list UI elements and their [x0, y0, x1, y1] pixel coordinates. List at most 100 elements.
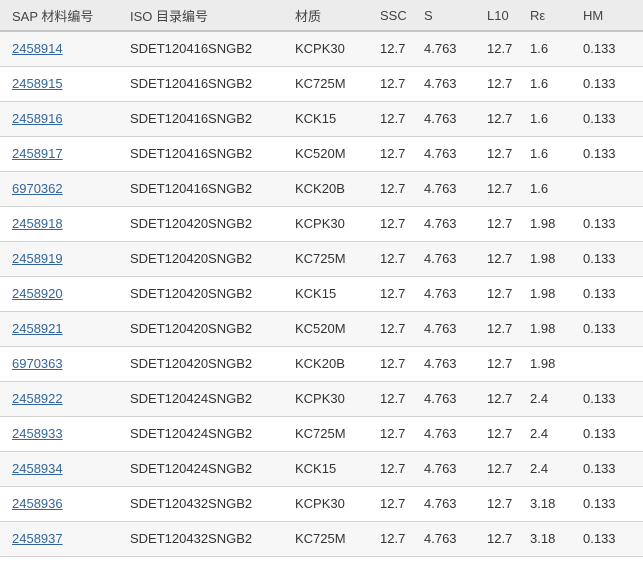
cell-ssc: 12.7 — [368, 66, 412, 101]
table-body: 2458914SDET120416SNGB2KCPK3012.74.76312.… — [0, 31, 643, 556]
sap-material-link[interactable]: 2458919 — [12, 251, 63, 266]
sap-material-link[interactable]: 2458921 — [12, 321, 63, 336]
cell-l10: 12.7 — [475, 416, 518, 451]
cell-l10: 12.7 — [475, 171, 518, 206]
cell-sap: 2458936 — [0, 486, 118, 521]
cell-s: 4.763 — [412, 136, 475, 171]
sap-material-link[interactable]: 2458916 — [12, 111, 63, 126]
table-row: 6970363SDET120420SNGB2KCK20B12.74.76312.… — [0, 346, 643, 381]
cell-s: 4.763 — [412, 486, 475, 521]
cell-iso: SDET120416SNGB2 — [118, 171, 283, 206]
table-row: 2458915SDET120416SNGB2KC725M12.74.76312.… — [0, 66, 643, 101]
cell-ssc: 12.7 — [368, 346, 412, 381]
cell-iso: SDET120424SNGB2 — [118, 381, 283, 416]
cell-s: 4.763 — [412, 66, 475, 101]
cell-s: 4.763 — [412, 346, 475, 381]
cell-l10: 12.7 — [475, 31, 518, 66]
cell-grade: KCK20B — [283, 171, 368, 206]
cell-iso: SDET120420SNGB2 — [118, 311, 283, 346]
cell-sap: 2458917 — [0, 136, 118, 171]
cell-ssc: 12.7 — [368, 451, 412, 486]
cell-grade: KCPK30 — [283, 31, 368, 66]
cell-l10: 12.7 — [475, 451, 518, 486]
sap-material-link[interactable]: 2458922 — [12, 391, 63, 406]
cell-l10: 12.7 — [475, 381, 518, 416]
sap-material-link[interactable]: 6970362 — [12, 181, 63, 196]
cell-grade: KCPK30 — [283, 486, 368, 521]
table-row: 2458937SDET120432SNGB2KC725M12.74.76312.… — [0, 521, 643, 556]
cell-ssc: 12.7 — [368, 171, 412, 206]
cell-s: 4.763 — [412, 381, 475, 416]
cell-sap: 2458933 — [0, 416, 118, 451]
cell-ssc: 12.7 — [368, 241, 412, 276]
cell-re: 1.98 — [518, 311, 571, 346]
cell-ssc: 12.7 — [368, 486, 412, 521]
cell-ssc: 12.7 — [368, 136, 412, 171]
cell-hm: 0.133 — [571, 101, 643, 136]
sap-material-link[interactable]: 2458915 — [12, 76, 63, 91]
cell-sap: 2458922 — [0, 381, 118, 416]
cell-ssc: 12.7 — [368, 381, 412, 416]
table-row: 2458914SDET120416SNGB2KCPK3012.74.76312.… — [0, 31, 643, 66]
cell-re: 1.98 — [518, 346, 571, 381]
sap-material-link[interactable]: 2458914 — [12, 41, 63, 56]
sap-material-link[interactable]: 6970363 — [12, 356, 63, 371]
cell-l10: 12.7 — [475, 346, 518, 381]
cell-grade: KC725M — [283, 416, 368, 451]
cell-sap: 2458914 — [0, 31, 118, 66]
cell-sap: 2458920 — [0, 276, 118, 311]
cell-grade: KC725M — [283, 66, 368, 101]
cell-iso: SDET120416SNGB2 — [118, 66, 283, 101]
cell-s: 4.763 — [412, 521, 475, 556]
cell-hm: 0.133 — [571, 486, 643, 521]
cell-ssc: 12.7 — [368, 31, 412, 66]
cell-s: 4.763 — [412, 101, 475, 136]
cell-re: 1.6 — [518, 171, 571, 206]
cell-iso: SDET120416SNGB2 — [118, 101, 283, 136]
table-row: 2458919SDET120420SNGB2KC725M12.74.76312.… — [0, 241, 643, 276]
cell-grade: KCK15 — [283, 276, 368, 311]
cell-re: 1.6 — [518, 101, 571, 136]
cell-re: 2.4 — [518, 416, 571, 451]
cell-hm: 0.133 — [571, 66, 643, 101]
cell-grade: KCK15 — [283, 101, 368, 136]
cell-l10: 12.7 — [475, 521, 518, 556]
sap-material-link[interactable]: 2458934 — [12, 461, 63, 476]
cell-s: 4.763 — [412, 451, 475, 486]
cell-l10: 12.7 — [475, 276, 518, 311]
cell-hm: 0.133 — [571, 381, 643, 416]
table-row: 2458918SDET120420SNGB2KCPK3012.74.76312.… — [0, 206, 643, 241]
table-row: 6970362SDET120416SNGB2KCK20B12.74.76312.… — [0, 171, 643, 206]
product-table: SAP 材料编号ISO 目录编号材质SSCSL10RεHM 2458914SDE… — [0, 0, 643, 557]
sap-material-link[interactable]: 2458937 — [12, 531, 63, 546]
cell-iso: SDET120416SNGB2 — [118, 136, 283, 171]
cell-re: 1.98 — [518, 206, 571, 241]
cell-re: 1.6 — [518, 136, 571, 171]
sap-material-link[interactable]: 2458917 — [12, 146, 63, 161]
cell-iso: SDET120424SNGB2 — [118, 416, 283, 451]
cell-iso: SDET120420SNGB2 — [118, 241, 283, 276]
cell-s: 4.763 — [412, 171, 475, 206]
column-header-re: Rε — [518, 0, 571, 31]
cell-hm: 0.133 — [571, 206, 643, 241]
cell-re: 3.18 — [518, 521, 571, 556]
cell-sap: 2458916 — [0, 101, 118, 136]
cell-ssc: 12.7 — [368, 101, 412, 136]
cell-l10: 12.7 — [475, 101, 518, 136]
sap-material-link[interactable]: 2458936 — [12, 496, 63, 511]
cell-l10: 12.7 — [475, 206, 518, 241]
cell-l10: 12.7 — [475, 136, 518, 171]
sap-material-link[interactable]: 2458933 — [12, 426, 63, 441]
sap-material-link[interactable]: 2458920 — [12, 286, 63, 301]
cell-iso: SDET120416SNGB2 — [118, 31, 283, 66]
cell-re: 1.6 — [518, 31, 571, 66]
cell-s: 4.763 — [412, 206, 475, 241]
cell-grade: KC520M — [283, 136, 368, 171]
sap-material-link[interactable]: 2458918 — [12, 216, 63, 231]
cell-re: 1.98 — [518, 276, 571, 311]
table-row: 2458920SDET120420SNGB2KCK1512.74.76312.7… — [0, 276, 643, 311]
cell-grade: KC725M — [283, 521, 368, 556]
cell-sap: 2458919 — [0, 241, 118, 276]
cell-grade: KCK20B — [283, 346, 368, 381]
cell-iso: SDET120432SNGB2 — [118, 486, 283, 521]
